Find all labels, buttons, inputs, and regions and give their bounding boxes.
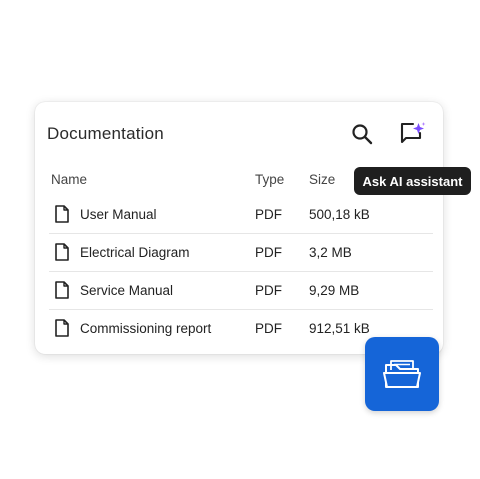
search-icon [352, 124, 373, 145]
table-row[interactable]: Electrical Diagram PDF 3,2 MB [49, 234, 433, 272]
table-row[interactable]: User Manual PDF 500,18 kB [49, 196, 433, 234]
file-size: 500,18 kB [309, 207, 370, 222]
file-name: Service Manual [80, 283, 174, 298]
file-type: PDF [255, 245, 282, 260]
file-type: PDF [255, 321, 282, 336]
column-header-type[interactable]: Type [255, 172, 284, 187]
file-type: PDF [255, 283, 282, 298]
ask-ai-assistant-tooltip: Ask AI assistant [354, 167, 471, 195]
file-name: Commissioning report [80, 321, 212, 336]
file-size: 9,29 MB [309, 283, 360, 298]
table-row[interactable]: Service Manual PDF 9,29 MB [49, 272, 433, 310]
document-icon [55, 243, 69, 261]
file-size: 912,51 kB [309, 321, 370, 336]
file-name: User Manual [80, 207, 157, 222]
document-list: User Manual PDF 500,18 kB Electrical Dia… [49, 196, 433, 347]
file-size: 3,2 MB [309, 245, 352, 260]
column-header-name[interactable]: Name [51, 172, 87, 187]
document-icon [55, 281, 69, 299]
documentation-folder-button[interactable] [365, 337, 439, 411]
file-type: PDF [255, 207, 282, 222]
file-name: Electrical Diagram [80, 245, 190, 260]
card-title: Documentation [47, 124, 164, 143]
documentation-card: Documentation Name Type Size User Manual… [35, 102, 443, 354]
open-folder-icon [383, 360, 421, 388]
search-button[interactable] [347, 119, 377, 149]
column-header-size[interactable]: Size [309, 172, 335, 187]
document-icon [55, 205, 69, 223]
ask-ai-assistant-button[interactable] [397, 119, 427, 149]
ai-chat-sparkle-icon [400, 122, 426, 144]
document-icon [55, 319, 69, 337]
